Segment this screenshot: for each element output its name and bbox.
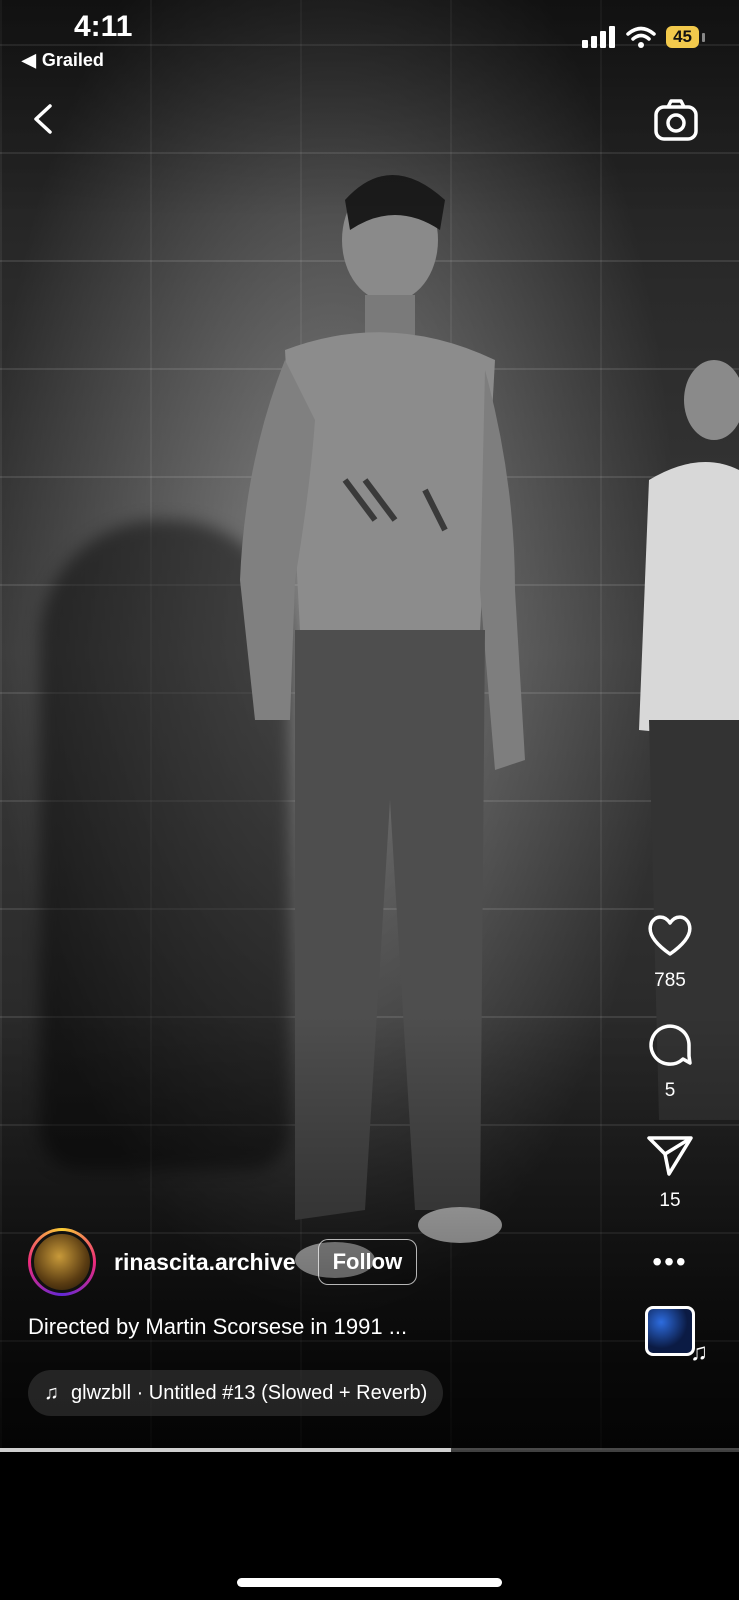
status-bar: 4:11 ◀ Grailed 45: [0, 0, 739, 80]
status-time: 4:11: [74, 10, 133, 43]
battery-indicator: 45: [666, 26, 705, 48]
username[interactable]: rinascita.archive: [114, 1249, 296, 1276]
back-triangle-icon: ◀: [22, 50, 36, 70]
home-indicator[interactable]: [237, 1578, 502, 1587]
progress-fill: [0, 1448, 451, 1452]
like-count: 785: [654, 970, 686, 991]
more-icon[interactable]: •••: [652, 1246, 687, 1278]
back-app-label: Grailed: [41, 50, 104, 70]
share-count: 15: [659, 1190, 681, 1211]
camera-icon[interactable]: [653, 98, 699, 144]
status-icons: 45: [582, 26, 705, 48]
signal-icon: [582, 26, 616, 48]
back-to-app[interactable]: ◀ Grailed: [22, 50, 104, 71]
avatar[interactable]: [28, 1228, 96, 1296]
audio-title: glwzbll · Untitled #13 (Slowed + Reverb): [71, 1381, 428, 1404]
progress-bar[interactable]: [0, 1448, 739, 1452]
comment-icon[interactable]: [645, 1020, 695, 1070]
audio-thumbnail[interactable]: ♫: [645, 1306, 708, 1366]
avatar-image: [31, 1231, 93, 1293]
comment-count: 5: [664, 1080, 676, 1101]
heart-icon[interactable]: [645, 910, 695, 960]
music-note-icon: ♫: [44, 1381, 59, 1404]
audio-pill[interactable]: ♫ glwzbll · Untitled #13 (Slowed + Rever…: [28, 1370, 444, 1416]
action-rail: 785 5 15 ••• ♫: [625, 910, 715, 1366]
follow-button[interactable]: Follow: [317, 1239, 418, 1285]
chevron-left-icon[interactable]: [28, 102, 62, 136]
account-row: rinascita.archive Follow: [28, 1228, 418, 1296]
wifi-icon: [626, 26, 656, 48]
caption[interactable]: Directed by Martin Scorsese in 1991 ...: [28, 1314, 407, 1340]
music-note-icon: ♫: [690, 1339, 708, 1366]
send-icon[interactable]: [645, 1130, 695, 1180]
